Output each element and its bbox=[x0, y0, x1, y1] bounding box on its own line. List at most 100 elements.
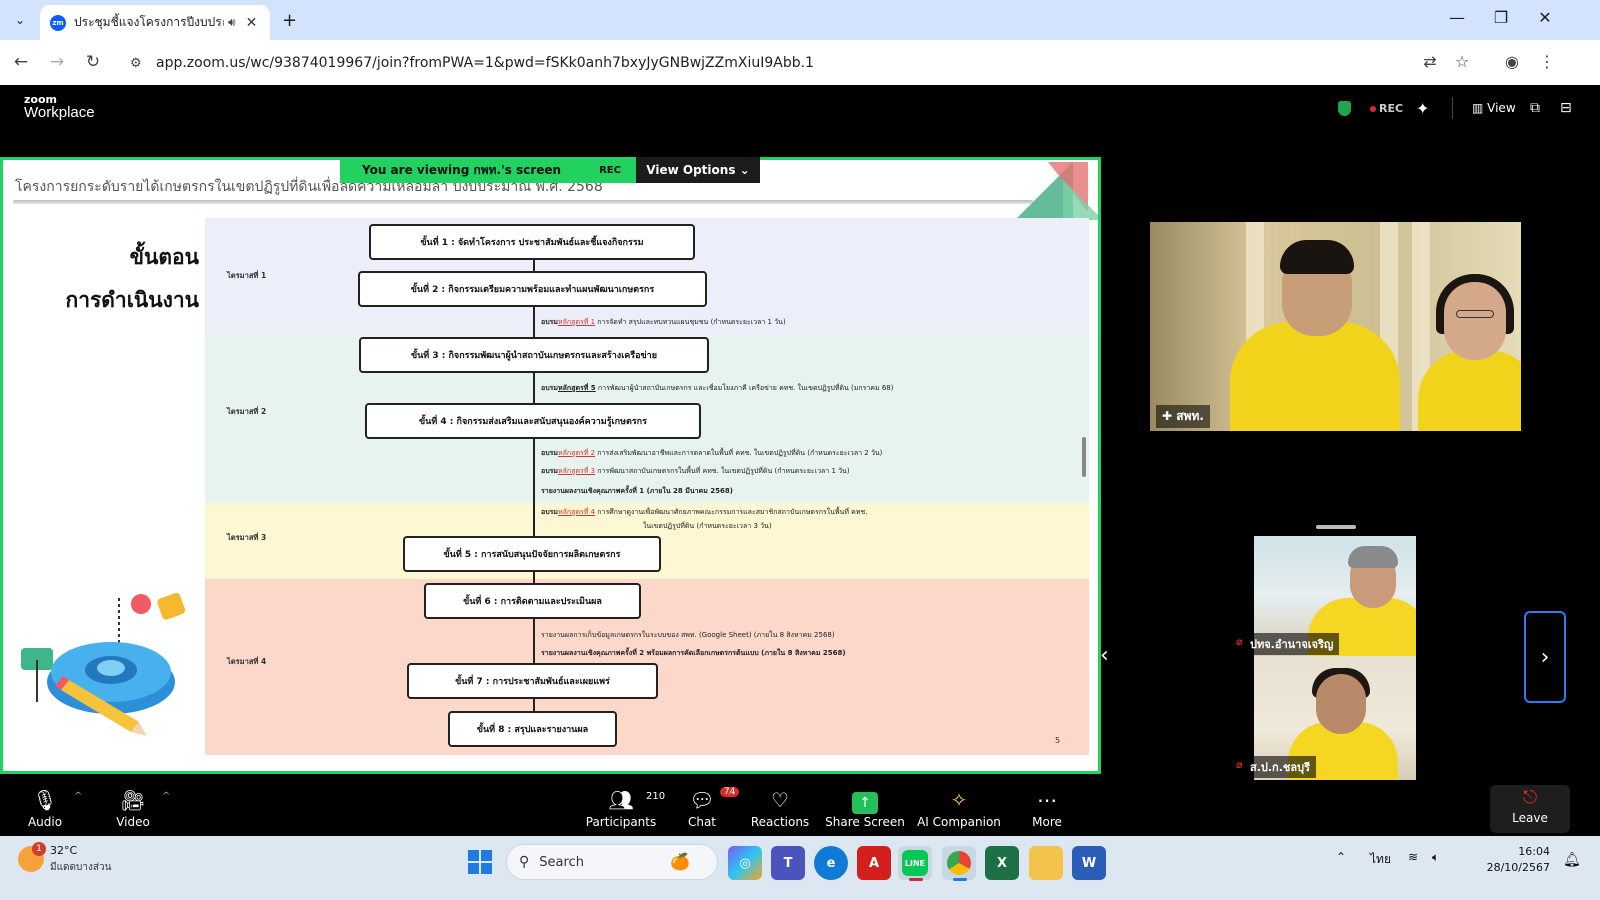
speaker-name: สพท. bbox=[1176, 409, 1204, 423]
mic-muted-icon: ⌀ bbox=[1236, 758, 1243, 771]
heart-icon: ♡ bbox=[771, 788, 789, 812]
input-language[interactable]: ไทย bbox=[1370, 850, 1391, 869]
gallery-drag-handle[interactable] bbox=[1316, 525, 1356, 529]
file-explorer-icon[interactable] bbox=[1029, 846, 1063, 880]
split-resize-handle[interactable] bbox=[1082, 437, 1086, 477]
audio-options-caret-icon[interactable]: ^ bbox=[74, 791, 82, 802]
course-link: หลักสูตรที่ 2 bbox=[558, 449, 596, 457]
new-tab-button[interactable]: + bbox=[282, 10, 297, 31]
minimize-meeting-icon[interactable]: ⊟ bbox=[1560, 100, 1572, 116]
tray-overflow-icon[interactable]: ⌃ bbox=[1336, 850, 1346, 864]
note-text: การจัดทำ สรุปและทบทวนแผนชุมชน (กำหนดระยะ… bbox=[595, 318, 786, 326]
ai-companion-button[interactable]: ✧ AI Companion bbox=[914, 787, 1004, 829]
ai-sparkle-icon[interactable]: ✦ bbox=[1416, 99, 1429, 118]
decor-shape bbox=[1063, 180, 1098, 220]
profile-avatar-icon[interactable]: ◉ bbox=[1500, 52, 1524, 71]
more-dots-icon: ⋯ bbox=[1037, 788, 1057, 812]
share-screen-button[interactable]: ↑ Share Screen bbox=[820, 787, 910, 829]
chrome-app-icon[interactable] bbox=[942, 846, 976, 880]
tab-search-chevron-icon[interactable]: ⌄ bbox=[8, 8, 32, 32]
view-label: View bbox=[1487, 101, 1516, 115]
recording-dot-icon bbox=[1370, 106, 1376, 112]
video-label: Video bbox=[116, 815, 150, 829]
flow-step-5: ขั้นที่ 5 : การสนับสนุนปัจจัยการผลิตเกษต… bbox=[403, 536, 661, 572]
browser-tab-strip: ⌄ zm ประชุมชี้แจงโครงการปีงบประมาณ 🔊︎ ✕ … bbox=[0, 0, 1600, 40]
course-link: หลักสูตรที่ 4 bbox=[558, 508, 596, 516]
more-button[interactable]: ⋯ More bbox=[1002, 787, 1092, 829]
speaker-video[interactable]: ✚ สพท. bbox=[1150, 222, 1521, 431]
flow-step-3: ขั้นที่ 3 : กิจกรรมพัฒนาผู้นำสถาบันเกษตร… bbox=[359, 337, 709, 373]
teams-app-icon[interactable]: T bbox=[771, 846, 805, 880]
word-app-icon[interactable]: W bbox=[1072, 846, 1106, 880]
reload-icon[interactable]: ↻ bbox=[82, 52, 104, 72]
note-text: การศึกษาดูงานเพื่อพัฒนาศักยภาพคณะกรรมการ… bbox=[595, 508, 868, 516]
volume-icon[interactable]: 🔈︎ bbox=[1432, 850, 1439, 865]
browser-menu-icon[interactable]: ⋮ bbox=[1535, 52, 1559, 71]
note-prefix: อบรม bbox=[541, 449, 559, 457]
line-app-icon[interactable]: LINE bbox=[898, 846, 932, 880]
view-options-label: View Options bbox=[646, 163, 736, 177]
slide-heading: ขั้นตอน การดำเนินงาน bbox=[63, 236, 199, 322]
gallery-prev-icon[interactable]: ‹ bbox=[1100, 643, 1109, 668]
search-icon: ⚲ bbox=[519, 854, 530, 870]
clock-time: 16:04 bbox=[1518, 845, 1550, 858]
participant-figure bbox=[1230, 322, 1400, 431]
encryption-shield-icon[interactable] bbox=[1338, 101, 1351, 116]
reactions-button[interactable]: ♡ Reactions bbox=[735, 787, 825, 829]
participant-figure bbox=[1456, 310, 1494, 318]
taskbar-clock[interactable]: 16:04 28/10/2567 bbox=[1480, 844, 1550, 876]
chevron-down-icon: ⌄ bbox=[735, 163, 750, 177]
flow-step-2: ขั้นที่ 2 : กิจกรรมเตรียมความพร้อมและทำแ… bbox=[358, 271, 707, 307]
participant-figure bbox=[1348, 546, 1398, 568]
wifi-icon[interactable]: ≋ bbox=[1408, 850, 1418, 864]
gallery-next-button[interactable]: › bbox=[1524, 611, 1566, 703]
close-window-icon[interactable]: ✕ bbox=[1530, 8, 1560, 27]
viewing-text: You are viewing กพท.'s screen bbox=[362, 162, 562, 177]
mic-muted-icon: ⌀ bbox=[1236, 635, 1243, 648]
browser-tab-active[interactable]: zm ประชุมชี้แจงโครงการปีงบประมาณ 🔊︎ ✕ bbox=[40, 5, 270, 40]
back-arrow-icon[interactable]: ← bbox=[10, 52, 32, 72]
speaker-icon[interactable]: 🔊︎ bbox=[228, 15, 236, 30]
search-highlight-icon: 🍊 bbox=[670, 852, 690, 871]
flow-step-4: ขั้นที่ 4 : กิจกรรมส่งเสริมและสนับสนุนอง… bbox=[365, 403, 701, 439]
url-text[interactable]: app.zoom.us/wc/93874019967/join?fromPWA=… bbox=[156, 55, 814, 71]
grid-view-icon: ▥ bbox=[1472, 101, 1488, 115]
quarter-label: ไตรมาสที่ 4 bbox=[227, 657, 267, 666]
site-info-icon[interactable]: ⚙ bbox=[130, 56, 150, 71]
windows-taskbar: 1 32°C มีแดดบางส่วน ⚲ Search 🍊 ◎ T e A L… bbox=[0, 836, 1600, 900]
copilot-app-icon[interactable]: ◎ bbox=[728, 846, 762, 880]
forward-arrow-icon[interactable]: → bbox=[46, 52, 68, 72]
flow-note-8: รายงานผลงานเชิงคุณภาพครั้งที่ 2 พร้อมผลก… bbox=[541, 649, 846, 657]
video-options-caret-icon[interactable]: ^ bbox=[162, 791, 170, 802]
restore-icon[interactable]: ❐ bbox=[1486, 8, 1516, 27]
flow-note-5: รายงานผลงานเชิงคุณภาพครั้งที่ 1 (ภายใน 2… bbox=[541, 487, 733, 495]
edge-app-icon[interactable]: e bbox=[814, 846, 848, 880]
flow-note-2: อบรมหลักสูตรที่ 5 การพัฒนาผู้นำสถาบันเกษ… bbox=[541, 383, 893, 394]
picture-in-picture-icon[interactable]: ⧉ bbox=[1530, 100, 1540, 116]
leave-icon: ⎋ bbox=[1522, 787, 1538, 808]
bookmark-star-icon[interactable]: ☆ bbox=[1450, 52, 1474, 71]
recording-label[interactable]: REC bbox=[1379, 102, 1403, 115]
ai-sparkle-icon: ✧ bbox=[950, 788, 968, 812]
quarter-label: ไตรมาสที่ 3 bbox=[227, 533, 267, 542]
translate-icon[interactable]: ⇄ bbox=[1418, 52, 1442, 71]
flow-step-6: ขั้นที่ 6 : การติดตามและประเมินผล bbox=[424, 583, 641, 619]
acrobat-app-icon[interactable]: A bbox=[857, 846, 891, 880]
weather-description[interactable]: มีแดดบางส่วน bbox=[50, 860, 111, 875]
flow-note-7: รายงานผลการเก็บข้อมูลเกษตรกรในระบบของ สพ… bbox=[541, 631, 835, 639]
slide-page-number: 5 bbox=[1055, 736, 1061, 745]
clock-date: 28/10/2567 bbox=[1486, 861, 1550, 874]
windows-start-icon[interactable] bbox=[468, 850, 492, 874]
thumb-name-tag: ⌀ ส.ป.ก.ชลบุรี bbox=[1232, 756, 1316, 778]
view-button[interactable]: ▥ View bbox=[1472, 101, 1516, 115]
view-options-button[interactable]: View Options ⌄ bbox=[636, 157, 760, 183]
minimize-icon[interactable]: — bbox=[1442, 8, 1472, 27]
flow-step-7: ขั้นที่ 7 : การประชาสัมพันธ์และเผยแพร่ bbox=[407, 663, 658, 699]
close-tab-icon[interactable]: ✕ bbox=[246, 15, 258, 31]
excel-app-icon[interactable]: X bbox=[985, 846, 1019, 880]
address-bar[interactable]: ⚙ app.zoom.us/wc/93874019967/join?fromPW… bbox=[120, 46, 1500, 80]
notification-bell-icon[interactable]: 🔔︎ bbox=[1563, 852, 1581, 868]
shared-screen[interactable]: โครงการยกระดับรายได้เกษตรกรในเขตปฏิรูปที… bbox=[0, 157, 1101, 774]
weather-temperature[interactable]: 32°C bbox=[50, 844, 77, 857]
leave-button[interactable]: ⎋ Leave bbox=[1490, 785, 1570, 833]
